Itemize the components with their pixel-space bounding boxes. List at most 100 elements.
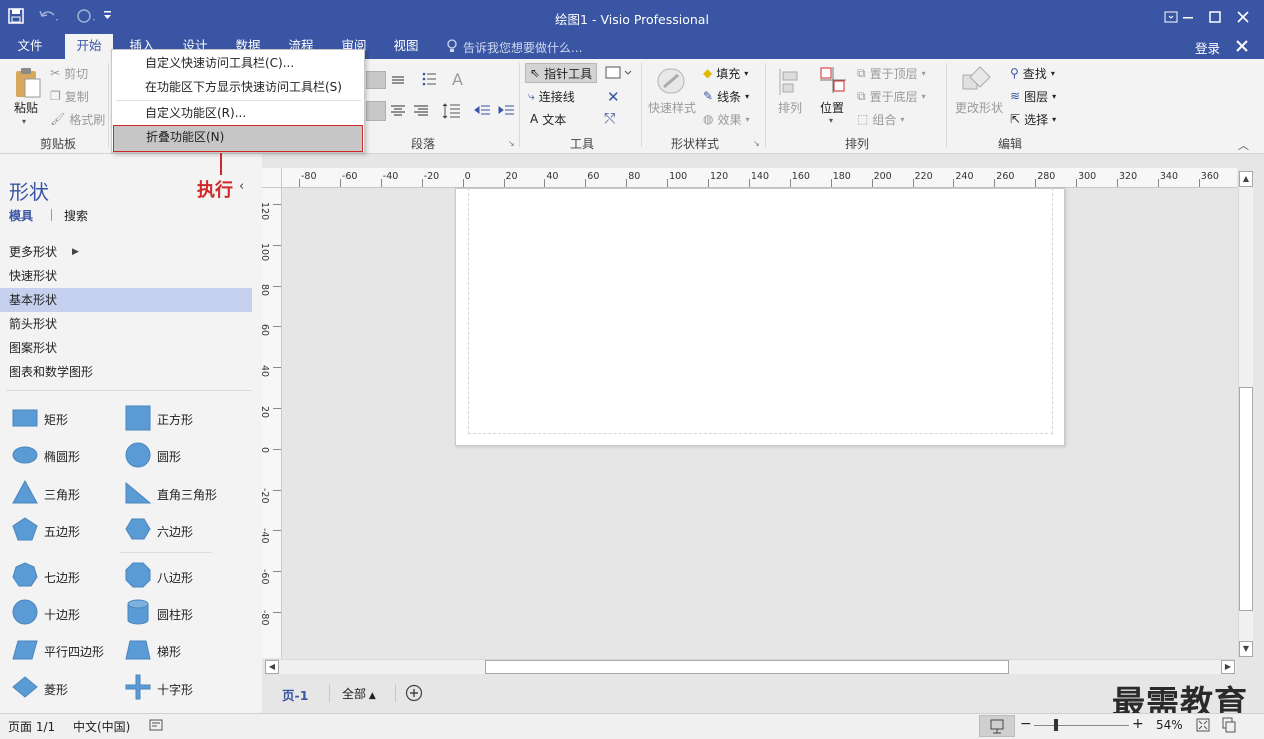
rectangle-tool-icon[interactable] xyxy=(605,66,633,80)
page-indicator[interactable]: 页面 1/1 xyxy=(8,718,55,735)
connection-point-icon[interactable]: ⤲ xyxy=(604,111,615,127)
bullets-icon[interactable] xyxy=(421,71,437,87)
category-more-shapes[interactable]: 更多形状 ▶ xyxy=(0,240,252,264)
add-page-icon[interactable] xyxy=(405,684,423,702)
dialog-launcher-icon[interactable]: ↘ xyxy=(508,139,515,148)
zoom-slider-thumb[interactable] xyxy=(1054,719,1058,731)
rectangle-shape[interactable] xyxy=(12,407,38,429)
drawing-page[interactable] xyxy=(455,188,1065,446)
copy-button[interactable]: ❐ 复制 xyxy=(50,86,89,106)
menu-item-show-qat-below[interactable]: 在功能区下方显示快速访问工具栏(S) xyxy=(113,75,363,99)
tell-me-input[interactable]: 告诉我您想要做什么... xyxy=(463,39,582,56)
close-document-icon[interactable] xyxy=(1236,40,1248,52)
category-basic-shapes[interactable]: 基本形状 xyxy=(0,288,252,312)
align-right-icon[interactable] xyxy=(413,104,429,118)
collapse-ribbon-icon[interactable]: ︿ xyxy=(1238,137,1249,153)
zoom-slider-track[interactable] xyxy=(1034,725,1129,726)
macro-record-icon[interactable] xyxy=(149,718,163,732)
align-left-icon[interactable] xyxy=(366,101,386,121)
horizontal-scroll-thumb[interactable] xyxy=(485,660,1009,674)
align-top-icon[interactable] xyxy=(366,71,386,89)
category-pattern-shapes[interactable]: 图案形状 xyxy=(0,336,252,360)
format-painter-button[interactable]: 🖌 格式刷 xyxy=(50,109,105,129)
tab-stencils[interactable]: 模具 xyxy=(9,207,33,224)
heptagon-shape[interactable] xyxy=(12,562,38,588)
zoom-out-icon[interactable]: − xyxy=(1020,716,1032,732)
select-button[interactable]: ⇱ 选择 ▾ xyxy=(1010,109,1056,129)
increase-indent-icon[interactable] xyxy=(497,103,515,119)
menu-item-customize-ribbon[interactable]: 自定义功能区(R)... xyxy=(113,101,363,125)
quick-styles-button[interactable]: 快速样式 xyxy=(646,99,698,116)
position-button[interactable]: 位置 xyxy=(814,99,850,116)
delete-connector-icon[interactable]: ✕ xyxy=(607,88,620,106)
tab-home[interactable]: 开始 xyxy=(65,34,113,59)
cut-button[interactable]: ✂ 剪切 xyxy=(50,63,88,83)
switch-windows-icon[interactable] xyxy=(1222,717,1236,733)
fit-page-icon[interactable] xyxy=(1196,718,1210,732)
tab-file[interactable]: 文件 xyxy=(6,34,54,59)
close-icon[interactable] xyxy=(1226,0,1260,34)
quick-styles-icon[interactable] xyxy=(656,67,688,97)
hexagon-shape[interactable] xyxy=(125,518,151,540)
decrease-indent-icon[interactable] xyxy=(473,103,491,119)
scroll-right-icon[interactable]: ▶ xyxy=(1221,660,1235,674)
category-chart-math-shapes[interactable]: 图表和数学图形 xyxy=(0,360,252,384)
scroll-up-icon[interactable]: ▲ xyxy=(1239,171,1253,187)
layers-button[interactable]: ≋ 图层 ▾ xyxy=(1010,86,1056,106)
vertical-scroll-thumb[interactable] xyxy=(1239,387,1253,611)
line-spacing-icon[interactable] xyxy=(442,101,462,121)
find-button[interactable]: ⚲ 查找 ▾ xyxy=(1010,63,1055,83)
category-arrow-shapes[interactable]: 箭头形状 xyxy=(0,312,252,336)
cylinder-shape[interactable] xyxy=(127,599,149,625)
trapezoid-shape[interactable] xyxy=(125,640,151,660)
square-shape[interactable] xyxy=(125,405,151,431)
send-to-back-button[interactable]: ⧉ 置于底层 ▾ xyxy=(857,86,926,106)
tab-search[interactable]: 搜索 xyxy=(64,207,88,224)
pointer-tool-button[interactable]: ⇖ 指针工具 xyxy=(525,63,598,83)
align-middle-icon[interactable] xyxy=(390,73,406,87)
pentagon-shape[interactable] xyxy=(12,517,38,541)
right-triangle-shape[interactable] xyxy=(125,482,151,504)
scroll-left-icon[interactable]: ◀ xyxy=(265,660,279,674)
ellipse-shape[interactable] xyxy=(12,445,38,465)
category-quick-shapes[interactable]: 快速形状 xyxy=(0,264,252,288)
zoom-in-icon[interactable]: + xyxy=(1132,716,1144,732)
vertical-scrollbar[interactable]: ▲ ▼ xyxy=(1238,171,1253,657)
paste-button[interactable]: 粘贴 xyxy=(10,99,42,116)
connector-button[interactable]: ⤷ 连接线 xyxy=(528,86,575,106)
group-button[interactable]: ⬚ 组合 ▾ xyxy=(857,109,904,129)
align-shapes-icon[interactable] xyxy=(778,67,802,97)
align-button[interactable]: 排列 xyxy=(772,99,808,116)
text-button[interactable]: A 文本 xyxy=(530,109,566,129)
circle-shape[interactable] xyxy=(125,442,151,468)
scroll-down-icon[interactable]: ▼ xyxy=(1239,641,1253,657)
change-shape-icon[interactable] xyxy=(960,65,992,97)
effects-button[interactable]: ◍ 效果 ▾ xyxy=(703,109,750,129)
line-button[interactable]: ✎ 线条 ▾ xyxy=(703,86,749,106)
page-tab-1[interactable]: 页-1 xyxy=(282,685,308,704)
signin-link[interactable]: 登录 xyxy=(1195,38,1220,57)
parallelogram-shape[interactable] xyxy=(12,640,38,660)
change-shape-button[interactable]: 更改形状 xyxy=(952,99,1006,116)
all-pages-button[interactable]: 全部 ▲ xyxy=(342,685,376,702)
position-icon[interactable] xyxy=(818,65,848,95)
triangle-shape[interactable] xyxy=(12,480,38,504)
horizontal-scrollbar[interactable]: ◀ ▶ xyxy=(265,659,1236,674)
align-center-icon[interactable] xyxy=(390,104,406,118)
language-indicator[interactable]: 中文(中国) xyxy=(73,718,130,735)
paste-icon[interactable] xyxy=(13,67,43,99)
bring-to-front-button[interactable]: ⧉ 置于顶层 ▾ xyxy=(857,63,926,83)
cross-shape[interactable] xyxy=(125,674,151,700)
chevron-down-icon[interactable]: ▾ xyxy=(22,117,26,126)
presentation-mode-icon[interactable] xyxy=(979,715,1015,737)
chevron-down-icon[interactable]: ▾ xyxy=(829,116,833,125)
tab-view[interactable]: 视图 xyxy=(382,34,430,59)
dialog-launcher-icon[interactable]: ↘ xyxy=(753,139,760,148)
diamond-shape[interactable] xyxy=(12,676,38,698)
menu-item-customize-qat[interactable]: 自定义快速访问工具栏(C)... xyxy=(113,51,363,75)
decagon-shape[interactable] xyxy=(12,599,38,625)
menu-item-collapse-ribbon[interactable]: 折叠功能区(N) xyxy=(113,125,363,152)
text-direction-icon[interactable]: A xyxy=(452,70,463,89)
fill-button[interactable]: ◆ 填充 ▾ xyxy=(703,63,748,83)
zoom-level[interactable]: 54% xyxy=(1156,718,1183,732)
